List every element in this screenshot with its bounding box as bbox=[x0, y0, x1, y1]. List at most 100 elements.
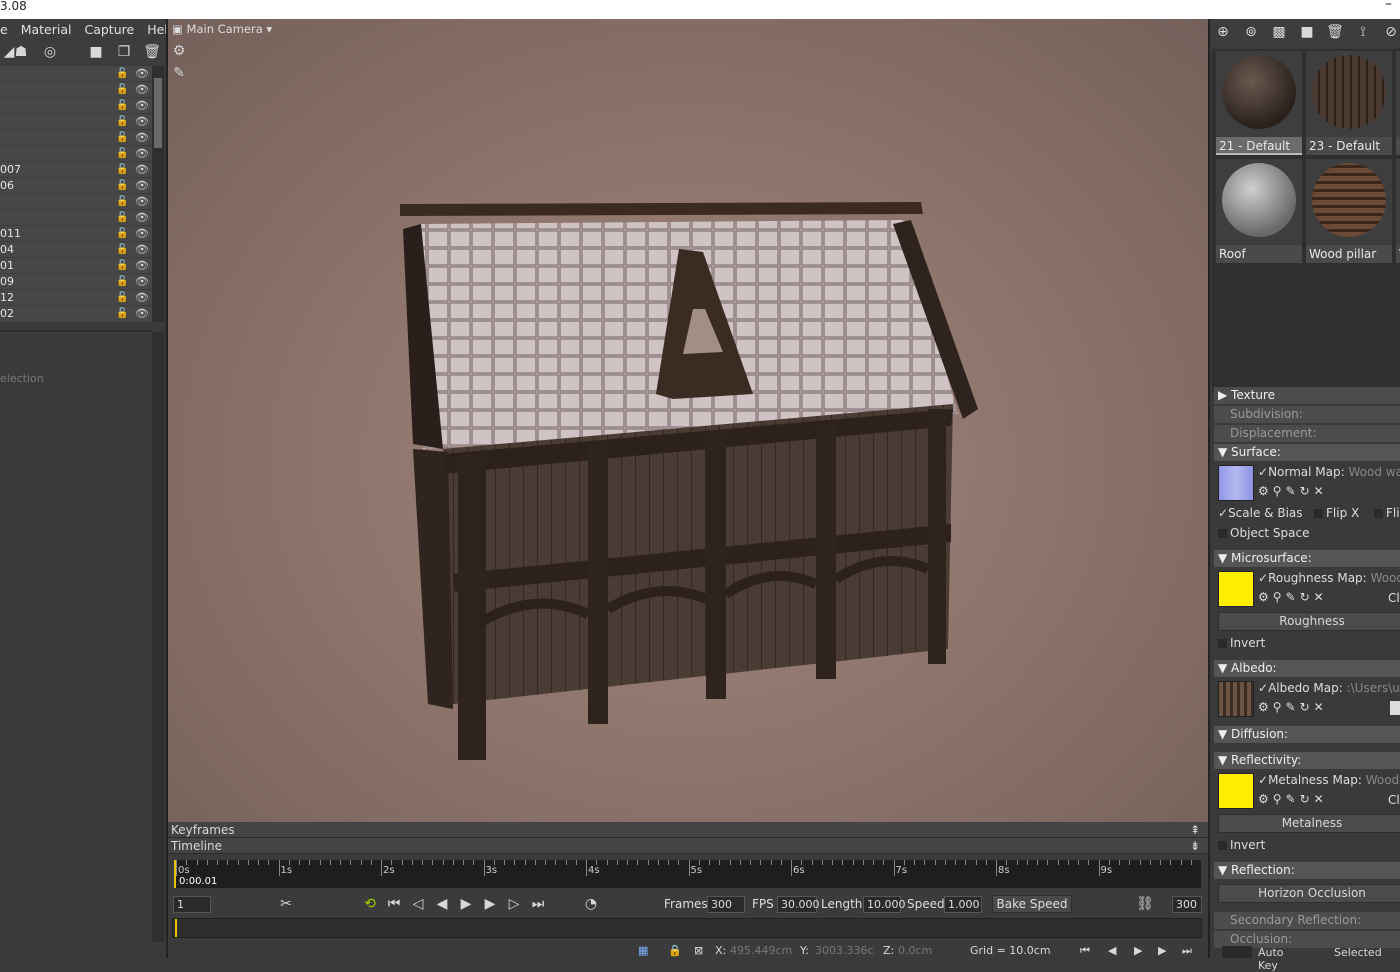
eye-icon[interactable]: 👁 bbox=[135, 210, 149, 226]
lock-icon[interactable]: 🔓 bbox=[116, 162, 128, 178]
eye-icon[interactable]: 👁 bbox=[135, 242, 149, 258]
lock-icon[interactable]: 🔓 bbox=[116, 274, 128, 290]
diffusion-section[interactable]: ▼ Diffusion: bbox=[1214, 726, 1400, 743]
material-thumb-wood-pillar[interactable]: Wood pillar bbox=[1306, 159, 1392, 263]
skip-start-icon[interactable]: ⏮ bbox=[385, 896, 403, 912]
lock-icon[interactable]: 🔓 bbox=[116, 258, 128, 274]
add-material-icon[interactable]: ⊕ bbox=[1214, 24, 1232, 40]
scene-row[interactable]: 🔓👁 bbox=[0, 194, 152, 210]
frame-field[interactable]: 1 bbox=[173, 896, 211, 913]
house-model[interactable] bbox=[383, 194, 983, 764]
reflectivity-section[interactable]: ▼ Reflectivity: bbox=[1214, 752, 1400, 769]
open-folder-icon[interactable]: ■ bbox=[1298, 24, 1316, 40]
eye-icon[interactable]: 👁 bbox=[135, 66, 149, 82]
clock-icon[interactable]: ◔ bbox=[582, 896, 600, 912]
bake-speed-button[interactable]: Bake Speed bbox=[992, 895, 1072, 913]
flip-x-checkbox[interactable]: Flip X bbox=[1314, 506, 1359, 520]
scene-row[interactable]: 🔓👁 bbox=[0, 130, 152, 146]
prev-frame-icon[interactable]: ◀ bbox=[1108, 944, 1116, 957]
play-icon[interactable]: ▶ bbox=[457, 896, 475, 912]
eye-icon[interactable]: 👁 bbox=[135, 130, 149, 146]
first-frame-icon[interactable]: ⏮ bbox=[1080, 944, 1090, 958]
delete-material-icon[interactable]: 🗑 bbox=[1326, 24, 1344, 40]
scene-scrollbar-thumb[interactable] bbox=[154, 78, 162, 148]
lock-icon[interactable]: 🔓 bbox=[116, 242, 128, 258]
minimize-button[interactable]: – bbox=[1385, 0, 1392, 12]
scene-row[interactable]: 007🔓👁 bbox=[0, 162, 152, 178]
material-thumb-roof[interactable]: Roof bbox=[1216, 159, 1302, 263]
scene-scrollbar[interactable] bbox=[152, 66, 164, 322]
menu-capture[interactable]: Capture bbox=[84, 22, 134, 37]
lock-icon[interactable]: 🔓 bbox=[116, 226, 128, 242]
grid-view-icon[interactable]: ▦ bbox=[638, 944, 648, 957]
scene-row[interactable]: 🔓👁 bbox=[0, 98, 152, 114]
track-playhead[interactable] bbox=[175, 919, 177, 937]
folder-icon[interactable]: ■ bbox=[87, 44, 105, 60]
grid-size[interactable]: Grid = 10.0cm bbox=[970, 944, 1051, 957]
displacement-section[interactable]: Displacement: bbox=[1214, 425, 1400, 442]
scene-row[interactable]: 🔓👁 bbox=[0, 114, 152, 130]
metalness-slider[interactable]: Metalness bbox=[1218, 814, 1400, 833]
scene-row[interactable]: 01🔓👁 bbox=[0, 258, 152, 274]
step-back-icon[interactable]: ◀ bbox=[433, 896, 451, 912]
roughness-channel[interactable]: Cl bbox=[1388, 591, 1400, 605]
map-tools-icons[interactable]: ⚙⚲✎↻✕ bbox=[1258, 590, 1328, 604]
end-frame-field[interactable]: 300 bbox=[1172, 896, 1202, 913]
eye-icon[interactable]: 👁 bbox=[135, 194, 149, 210]
scene-row[interactable]: 🔓👁 bbox=[0, 66, 152, 82]
reflection-section[interactable]: ▼ Reflection: bbox=[1214, 862, 1400, 879]
metalness-channel[interactable]: Cl bbox=[1388, 793, 1400, 807]
trash-icon[interactable]: 🗑 bbox=[143, 44, 161, 60]
metalness-swatch[interactable] bbox=[1218, 773, 1254, 809]
scene-row[interactable]: 02🔓👁 bbox=[0, 306, 152, 322]
eye-icon[interactable]: 👁 bbox=[135, 98, 149, 114]
loop-icon[interactable]: ⟲ bbox=[361, 896, 379, 912]
lock-icon[interactable]: 🔓 bbox=[116, 290, 128, 306]
eye-icon[interactable]: 👁 bbox=[135, 146, 149, 162]
normal-map-row[interactable]: ✓Normal Map: Wood wall bbox=[1258, 465, 1400, 479]
scene-row[interactable]: 09🔓👁 bbox=[0, 274, 152, 290]
camera-selector[interactable]: ▣ Main Camera ▾ bbox=[172, 22, 272, 36]
duplicate-material-icon[interactable]: ⊚ bbox=[1242, 24, 1260, 40]
timeline-header[interactable]: Timeline ⇟ bbox=[168, 838, 1208, 854]
lock-icon[interactable]: 🔓 bbox=[116, 98, 128, 114]
material-thumb-21-default[interactable]: 21 - Default bbox=[1216, 51, 1302, 155]
roughness-map-row[interactable]: ✓Roughness Map: Wood w bbox=[1258, 571, 1400, 585]
speed-field[interactable]: 1.000 bbox=[944, 896, 982, 913]
duplicate-icon[interactable]: ❐ bbox=[115, 44, 133, 60]
settings-icon[interactable]: ⚙ bbox=[170, 43, 188, 59]
object-space-checkbox[interactable]: Object Space bbox=[1218, 526, 1309, 540]
invert-metalness-checkbox[interactable]: Invert bbox=[1218, 838, 1265, 852]
scale-bias-checkbox[interactable]: ✓Scale & Bias bbox=[1218, 506, 1303, 520]
eye-icon[interactable]: 👁 bbox=[135, 178, 149, 194]
x-field[interactable]: 495.449cm bbox=[730, 944, 792, 957]
scene-row[interactable]: 🔓👁 bbox=[0, 210, 152, 226]
step-forward-icon[interactable]: ▶ bbox=[481, 896, 499, 912]
keyframes-header[interactable]: Keyframes ⇞ bbox=[168, 822, 1208, 838]
brush-icon[interactable]: ✎ bbox=[170, 65, 188, 81]
snap-icon[interactable]: ⊠ bbox=[694, 944, 703, 957]
key-toggle[interactable] bbox=[1222, 946, 1252, 958]
lock-icon[interactable]: 🔓 bbox=[116, 130, 128, 146]
auto-key-button[interactable]: Auto Key bbox=[1258, 946, 1284, 972]
metalness-map-row[interactable]: ✓Metalness Map: Wood w bbox=[1258, 773, 1400, 787]
lock-icon[interactable]: 🔓 bbox=[116, 146, 128, 162]
frames-field[interactable]: 300 bbox=[707, 896, 745, 913]
eyedropper-icon[interactable]: ⟟ bbox=[1354, 24, 1372, 40]
lock-icon[interactable]: 🔓 bbox=[116, 210, 128, 226]
scene-row[interactable]: 04🔓👁 bbox=[0, 242, 152, 258]
eye-icon[interactable]: 👁 bbox=[135, 290, 149, 306]
lock-icon[interactable]: 🔓 bbox=[116, 82, 128, 98]
camera-add-icon[interactable]: ☗ bbox=[12, 44, 30, 60]
scroll-down-button[interactable] bbox=[152, 930, 164, 942]
scene-row[interactable]: 🔓👁 bbox=[0, 82, 152, 98]
next-frame-icon[interactable]: ▶ bbox=[1158, 944, 1166, 957]
albedo-color-swatch[interactable] bbox=[1390, 701, 1400, 715]
roughness-swatch[interactable] bbox=[1218, 571, 1254, 607]
material-thumb-partial[interactable]: D bbox=[1396, 51, 1400, 155]
normal-map-swatch[interactable] bbox=[1218, 465, 1254, 501]
lock-icon[interactable]: 🔓 bbox=[116, 194, 128, 210]
selected-dropdown[interactable]: Selected bbox=[1334, 946, 1382, 959]
lock-icon[interactable]: 🔓 bbox=[116, 114, 128, 130]
scene-row[interactable]: 06🔓👁 bbox=[0, 178, 152, 194]
